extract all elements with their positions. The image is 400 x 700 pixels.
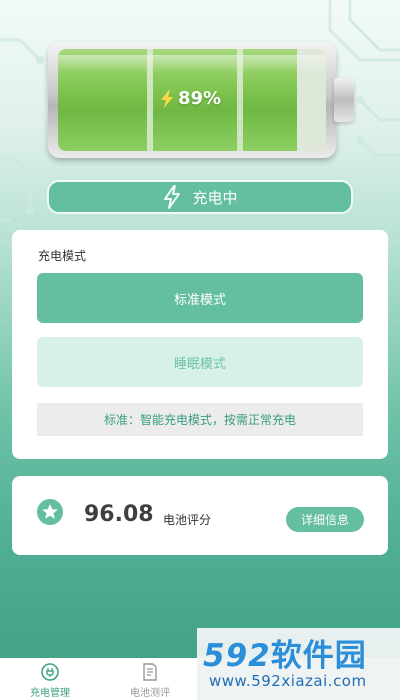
battery-score-card: 96.08 电池评分 详细信息 [12, 476, 388, 555]
mode-description: 标准：智能充电模式，按需正常充电 [37, 403, 363, 436]
battery-indicator: 89% [48, 42, 354, 158]
nav-label: 电池测评 [130, 688, 170, 699]
charge-mode-card: 充电模式 标准模式 睡眠模式 标准：智能充电模式，按需正常充电 [12, 230, 388, 459]
nav-item-battery-test[interactable]: 电池测评 [100, 658, 200, 700]
document-icon [143, 663, 157, 681]
standard-mode-button[interactable]: 标准模式 [37, 273, 363, 323]
nav-item-charge-management[interactable]: 充电管理 [0, 658, 100, 700]
charging-status-label: 充电中 [192, 188, 238, 207]
charging-status-pill: 充电中 [47, 180, 353, 214]
plug-icon [41, 663, 59, 681]
watermark-url: www.592xiazai.com [209, 672, 367, 690]
lightning-bolt-icon [164, 185, 181, 209]
battery-score-value: 96.08 [84, 502, 154, 527]
battery-terminal [334, 78, 354, 122]
watermark-logo: 592软件园 [203, 638, 367, 674]
details-button[interactable]: 详细信息 [286, 507, 364, 532]
battery-score-label: 电池评分 [163, 513, 212, 527]
charge-mode-title: 充电模式 [38, 249, 87, 263]
battery-gloss [58, 55, 326, 73]
site-watermark: 592软件园 www.592xiazai.com [197, 628, 400, 700]
battery-percent-label: 89% [178, 88, 222, 109]
nav-label: 充电管理 [30, 688, 70, 699]
battery-percent: 89% [160, 88, 221, 109]
sleep-mode-button[interactable]: 睡眠模式 [37, 337, 363, 387]
lightning-bolt-icon [161, 89, 173, 108]
star-icon [37, 499, 63, 525]
